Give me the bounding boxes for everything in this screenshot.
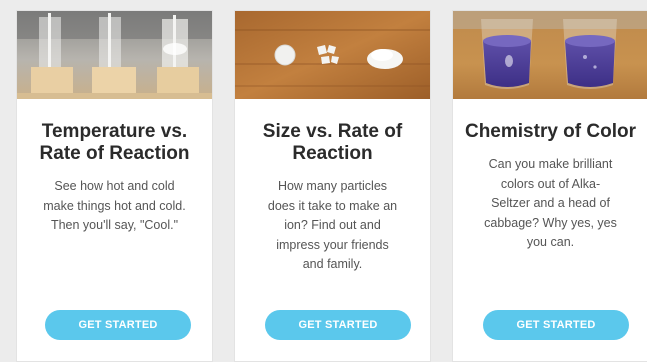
color-chemistry-photo (453, 11, 647, 99)
card-title: Chemistry of Color (464, 121, 637, 142)
get-started-button[interactable]: GET STARTED (45, 310, 191, 340)
card-description: Can you make brilliant colors out of Alk… (484, 157, 617, 249)
temperature-reaction-photo (17, 11, 212, 99)
card-description: See how hot and cold make things hot and… (43, 179, 186, 232)
card-size: Size vs. Rate of Reaction How many parti… (234, 10, 431, 362)
experiment-cards: Temperature vs. Rate of Reaction See how… (0, 0, 647, 362)
card-title: Size vs. Rate of Reaction (262, 121, 403, 164)
card-description: How many particles does it take to make … (267, 179, 398, 271)
card-title: Temperature vs. Rate of Reaction (39, 121, 190, 164)
particle-size-photo (235, 11, 430, 99)
card-temperature: Temperature vs. Rate of Reaction See how… (16, 10, 213, 362)
card-color: Chemistry of Color Can you make brillian… (452, 10, 647, 362)
get-started-button[interactable]: GET STARTED (265, 310, 411, 340)
get-started-button[interactable]: GET STARTED (483, 310, 629, 340)
